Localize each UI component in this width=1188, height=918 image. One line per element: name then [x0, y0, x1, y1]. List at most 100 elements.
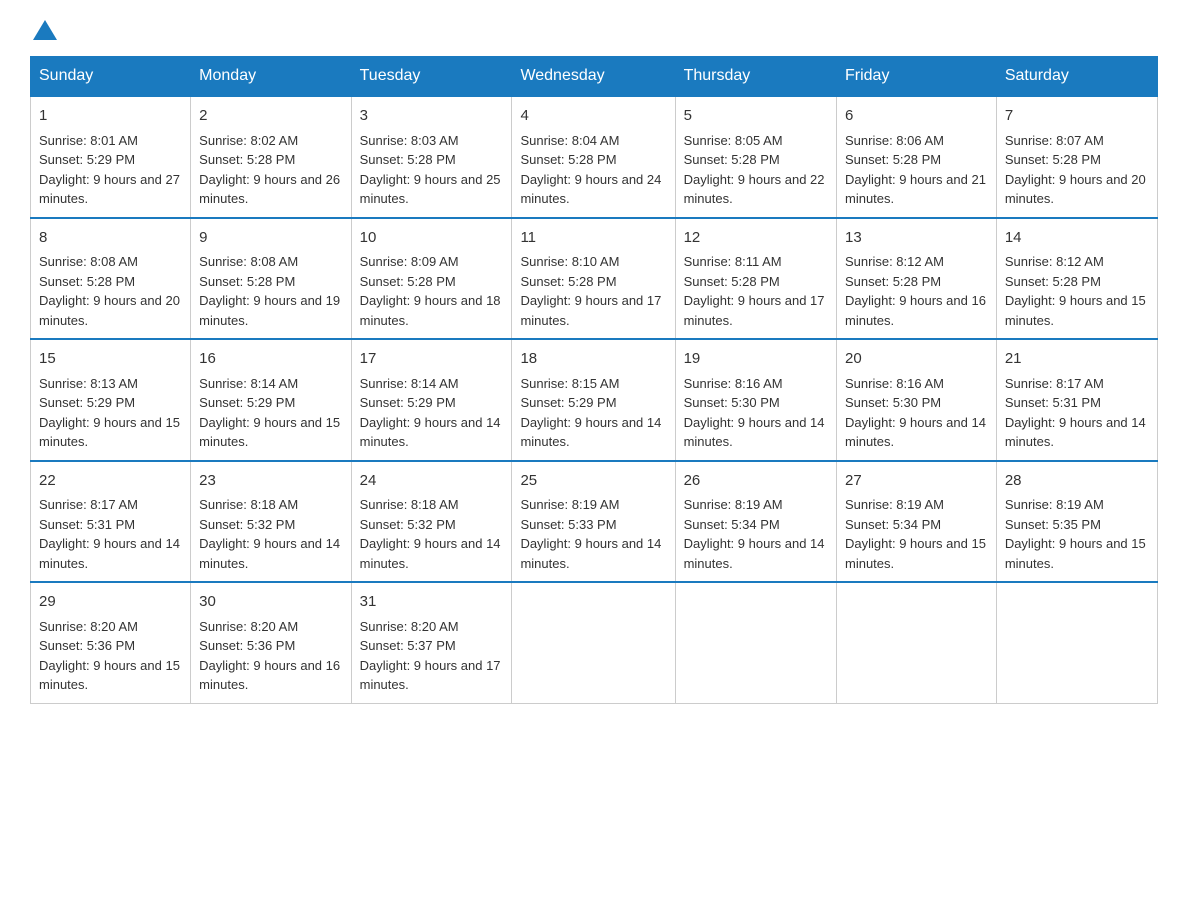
daylight-text: Daylight: 9 hours and 16 minutes. — [199, 658, 340, 693]
calendar-day-12: 12Sunrise: 8:11 AMSunset: 5:28 PMDayligh… — [675, 218, 836, 340]
day-number: 15 — [39, 348, 182, 371]
calendar-day-14: 14Sunrise: 8:12 AMSunset: 5:28 PMDayligh… — [996, 218, 1157, 340]
daylight-text: Daylight: 9 hours and 15 minutes. — [1005, 536, 1146, 571]
sunrise-text: Sunrise: 8:20 AM — [199, 619, 298, 634]
calendar-week-4: 22Sunrise: 8:17 AMSunset: 5:31 PMDayligh… — [31, 461, 1158, 583]
day-number: 2 — [199, 105, 342, 128]
calendar-day-22: 22Sunrise: 8:17 AMSunset: 5:31 PMDayligh… — [31, 461, 191, 583]
day-number: 25 — [520, 470, 666, 493]
daylight-text: Daylight: 9 hours and 25 minutes. — [360, 172, 501, 207]
daylight-text: Daylight: 9 hours and 15 minutes. — [199, 415, 340, 450]
calendar-empty-cell — [837, 582, 997, 703]
day-number: 13 — [845, 227, 988, 250]
day-number: 30 — [199, 591, 342, 614]
sunset-text: Sunset: 5:28 PM — [1005, 152, 1101, 167]
day-number: 21 — [1005, 348, 1149, 371]
calendar-day-1: 1Sunrise: 8:01 AMSunset: 5:29 PMDaylight… — [31, 96, 191, 218]
day-number: 19 — [684, 348, 828, 371]
column-header-saturday: Saturday — [996, 57, 1157, 97]
sunset-text: Sunset: 5:34 PM — [684, 517, 780, 532]
calendar-week-5: 29Sunrise: 8:20 AMSunset: 5:36 PMDayligh… — [31, 582, 1158, 703]
sunrise-text: Sunrise: 8:18 AM — [199, 497, 298, 512]
day-number: 7 — [1005, 105, 1149, 128]
calendar-week-1: 1Sunrise: 8:01 AMSunset: 5:29 PMDaylight… — [31, 96, 1158, 218]
sunset-text: Sunset: 5:28 PM — [684, 152, 780, 167]
calendar-table: SundayMondayTuesdayWednesdayThursdayFrid… — [30, 56, 1158, 704]
sunset-text: Sunset: 5:29 PM — [39, 395, 135, 410]
sunrise-text: Sunrise: 8:12 AM — [1005, 254, 1104, 269]
daylight-text: Daylight: 9 hours and 14 minutes. — [520, 415, 661, 450]
sunrise-text: Sunrise: 8:19 AM — [520, 497, 619, 512]
calendar-day-30: 30 Sunrise: 8:20 AM Sunset: 5:36 PM Dayligh… — [191, 582, 351, 703]
sunset-text: Sunset: 5:28 PM — [360, 274, 456, 289]
sunrise-text: Sunrise: 8:05 AM — [684, 133, 783, 148]
calendar-day-31: 31Sunrise: 8:20 AMSunset: 5:37 PMDayligh… — [351, 582, 512, 703]
sunset-text: Sunset: 5:28 PM — [1005, 274, 1101, 289]
calendar-header-row: SundayMondayTuesdayWednesdayThursdayFrid… — [31, 57, 1158, 97]
daylight-text: Daylight: 9 hours and 15 minutes. — [39, 415, 180, 450]
calendar-day-3: 3Sunrise: 8:03 AMSunset: 5:28 PMDaylight… — [351, 96, 512, 218]
sunrise-text: Sunrise: 8:12 AM — [845, 254, 944, 269]
sunset-text: Sunset: 5:29 PM — [199, 395, 295, 410]
calendar-day-28: 28Sunrise: 8:19 AMSunset: 5:35 PMDayligh… — [996, 461, 1157, 583]
sunset-text: Sunset: 5:32 PM — [199, 517, 295, 532]
calendar-day-17: 17Sunrise: 8:14 AMSunset: 5:29 PMDayligh… — [351, 339, 512, 461]
daylight-text: Daylight: 9 hours and 14 minutes. — [684, 415, 825, 450]
daylight-text: Daylight: 9 hours and 17 minutes. — [520, 293, 661, 328]
day-number: 6 — [845, 105, 988, 128]
day-number: 9 — [199, 227, 342, 250]
sunrise-text: Sunrise: 8:08 AM — [199, 254, 298, 269]
sunset-text: Sunset: 5:35 PM — [1005, 517, 1101, 532]
calendar-empty-cell — [996, 582, 1157, 703]
daylight-text: Daylight: 9 hours and 14 minutes. — [360, 536, 501, 571]
sunset-text: Sunset: 5:36 PM — [199, 638, 295, 653]
daylight-text: Daylight: 9 hours and 20 minutes. — [39, 293, 180, 328]
day-number: 17 — [360, 348, 504, 371]
daylight-text: Daylight: 9 hours and 14 minutes. — [684, 536, 825, 571]
sunset-text: Sunset: 5:37 PM — [360, 638, 456, 653]
calendar-day-2: 2Sunrise: 8:02 AMSunset: 5:28 PMDaylight… — [191, 96, 351, 218]
sunrise-text: Sunrise: 8:04 AM — [520, 133, 619, 148]
calendar-day-18: 18Sunrise: 8:15 AMSunset: 5:29 PMDayligh… — [512, 339, 675, 461]
column-header-friday: Friday — [837, 57, 997, 97]
calendar-week-2: 8Sunrise: 8:08 AMSunset: 5:28 PMDaylight… — [31, 218, 1158, 340]
sunset-text: Sunset: 5:28 PM — [520, 152, 616, 167]
daylight-text: Daylight: 9 hours and 21 minutes. — [845, 172, 986, 207]
day-number: 18 — [520, 348, 666, 371]
calendar-day-29: 29Sunrise: 8:20 AMSunset: 5:36 PMDayligh… — [31, 582, 191, 703]
calendar-day-16: 16Sunrise: 8:14 AMSunset: 5:29 PMDayligh… — [191, 339, 351, 461]
calendar-day-11: 11Sunrise: 8:10 AMSunset: 5:28 PMDayligh… — [512, 218, 675, 340]
day-number: 22 — [39, 470, 182, 493]
day-number: 12 — [684, 227, 828, 250]
daylight-text: Daylight: 9 hours and 26 minutes. — [199, 172, 340, 207]
sunrise-text: Sunrise: 8:06 AM — [845, 133, 944, 148]
sunrise-text: Sunrise: 8:17 AM — [39, 497, 138, 512]
sunrise-text: Sunrise: 8:19 AM — [684, 497, 783, 512]
daylight-text: Daylight: 9 hours and 22 minutes. — [684, 172, 825, 207]
sunset-text: Sunset: 5:28 PM — [845, 274, 941, 289]
daylight-text: Daylight: 9 hours and 20 minutes. — [1005, 172, 1146, 207]
sunset-text: Sunset: 5:31 PM — [1005, 395, 1101, 410]
logo — [30, 20, 60, 36]
page-header — [30, 20, 1158, 36]
calendar-day-24: 24Sunrise: 8:18 AMSunset: 5:32 PMDayligh… — [351, 461, 512, 583]
day-number: 11 — [520, 227, 666, 250]
sunset-text: Sunset: 5:29 PM — [39, 152, 135, 167]
sunrise-text: Sunrise: 8:17 AM — [1005, 376, 1104, 391]
calendar-day-5: 5Sunrise: 8:05 AMSunset: 5:28 PMDaylight… — [675, 96, 836, 218]
sunrise-text: Sunrise: 8:16 AM — [684, 376, 783, 391]
column-header-sunday: Sunday — [31, 57, 191, 97]
sunrise-text: Sunrise: 8:11 AM — [684, 254, 782, 269]
calendar-day-26: 26Sunrise: 8:19 AMSunset: 5:34 PMDayligh… — [675, 461, 836, 583]
calendar-day-6: 6Sunrise: 8:06 AMSunset: 5:28 PMDaylight… — [837, 96, 997, 218]
sunrise-text: Sunrise: 8:07 AM — [1005, 133, 1104, 148]
daylight-text: Daylight: 9 hours and 24 minutes. — [520, 172, 661, 207]
sunset-text: Sunset: 5:28 PM — [684, 274, 780, 289]
sunrise-text: Sunrise: 8:20 AM — [360, 619, 459, 634]
calendar-day-13: 13Sunrise: 8:12 AMSunset: 5:28 PMDayligh… — [837, 218, 997, 340]
sunrise-text: Sunrise: 8:20 AM — [39, 619, 138, 634]
calendar-day-4: 4 Sunrise: 8:04 AM Sunset: 5:28 PM Daylight… — [512, 96, 675, 218]
daylight-text: Daylight: 9 hours and 14 minutes. — [199, 536, 340, 571]
sunset-text: Sunset: 5:29 PM — [520, 395, 616, 410]
day-number: 4 — [520, 105, 666, 128]
